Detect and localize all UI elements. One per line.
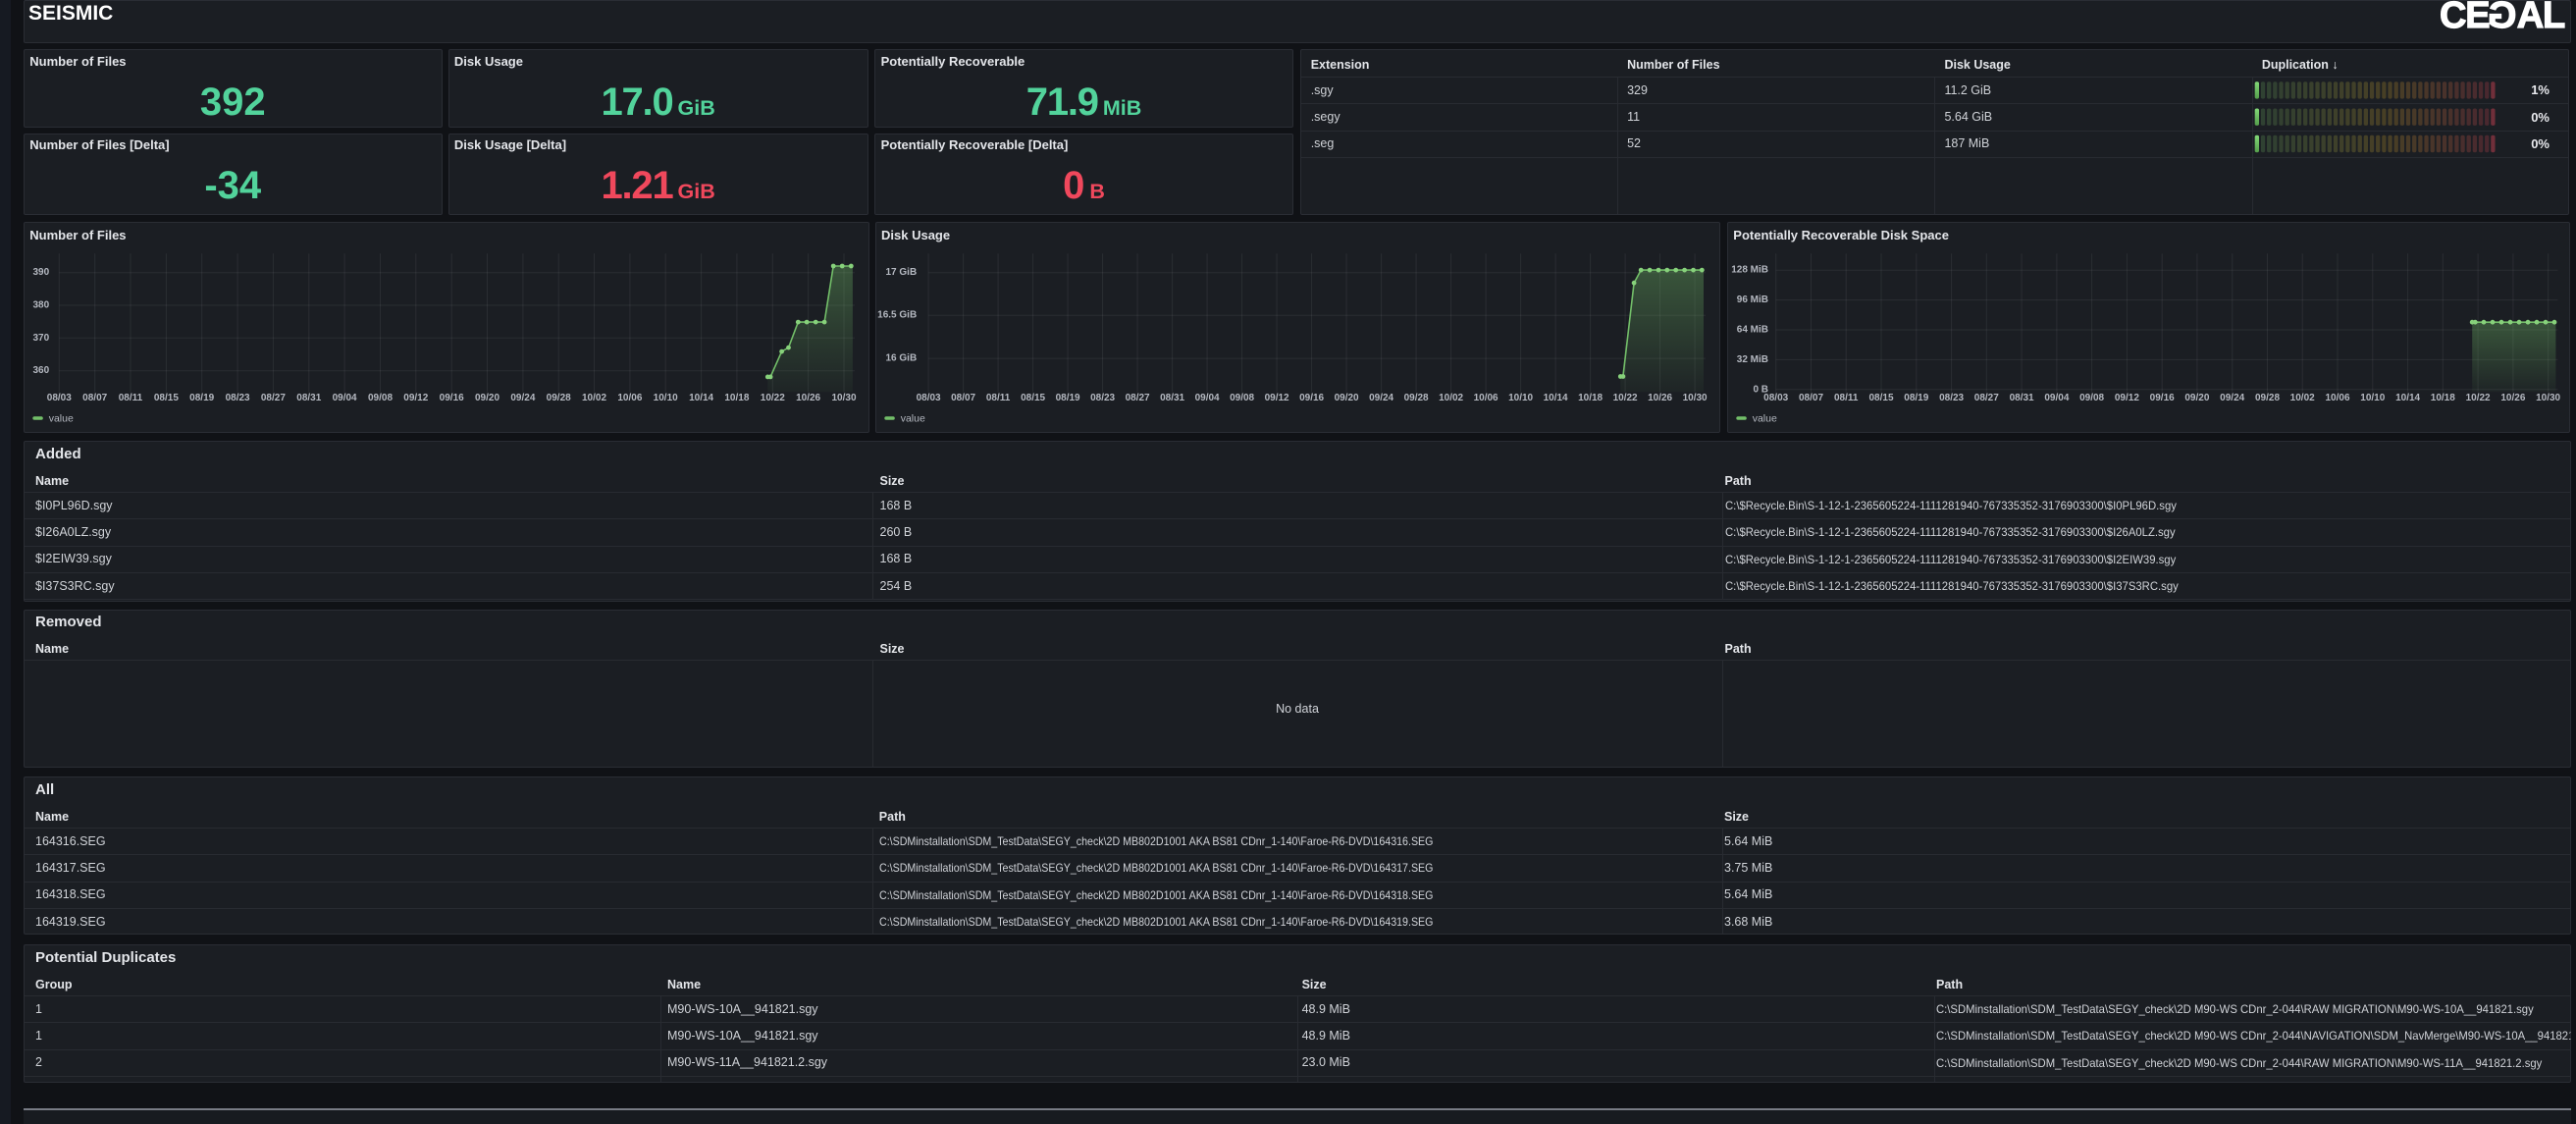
svg-text:360: 360 — [33, 365, 50, 376]
svg-text:08/27: 08/27 — [1974, 393, 1999, 403]
svg-text:09/12: 09/12 — [2115, 393, 2139, 403]
svg-text:370: 370 — [33, 333, 50, 344]
svg-text:10/30: 10/30 — [1682, 393, 1707, 403]
svg-text:08/15: 08/15 — [1021, 393, 1045, 403]
svg-text:10/14: 10/14 — [2395, 393, 2420, 403]
svg-text:09/16: 09/16 — [2150, 393, 2175, 403]
svg-text:128 MiB: 128 MiB — [1731, 265, 1768, 276]
svg-text:09/20: 09/20 — [1334, 393, 1358, 403]
svg-text:09/04: 09/04 — [1194, 393, 1219, 403]
svg-text:380: 380 — [33, 300, 50, 311]
svg-text:10/02: 10/02 — [582, 393, 606, 403]
svg-text:08/07: 08/07 — [1799, 393, 1823, 403]
svg-text:16 GiB: 16 GiB — [885, 353, 917, 364]
svg-text:10/30: 10/30 — [2536, 393, 2560, 403]
svg-text:10/10: 10/10 — [654, 393, 678, 403]
svg-text:09/16: 09/16 — [1299, 393, 1324, 403]
svg-text:09/28: 09/28 — [1403, 393, 1428, 403]
svg-text:09/24: 09/24 — [2220, 393, 2244, 403]
svg-text:32 MiB: 32 MiB — [1737, 354, 1768, 365]
svg-text:08/19: 08/19 — [1904, 393, 1928, 403]
svg-text:10/10: 10/10 — [1508, 393, 1533, 403]
svg-text:17 GiB: 17 GiB — [885, 267, 917, 278]
svg-text:08/03: 08/03 — [916, 393, 940, 403]
svg-text:08/31: 08/31 — [1160, 393, 1184, 403]
svg-text:09/24: 09/24 — [1369, 393, 1393, 403]
svg-text:value: value — [1753, 413, 1777, 425]
svg-text:10/26: 10/26 — [2500, 393, 2525, 403]
svg-text:10/14: 10/14 — [1543, 393, 1567, 403]
svg-text:08/07: 08/07 — [82, 393, 107, 403]
svg-text:10/06: 10/06 — [2325, 393, 2349, 403]
svg-text:64 MiB: 64 MiB — [1737, 325, 1768, 336]
svg-text:10/18: 10/18 — [1578, 393, 1603, 403]
svg-text:96 MiB: 96 MiB — [1737, 294, 1768, 305]
svg-text:10/26: 10/26 — [1648, 393, 1672, 403]
svg-text:08/23: 08/23 — [1939, 393, 1964, 403]
svg-text:10/18: 10/18 — [724, 393, 749, 403]
svg-text:08/11: 08/11 — [986, 393, 1011, 403]
svg-text:0 B: 0 B — [1753, 384, 1768, 395]
svg-text:09/20: 09/20 — [2184, 393, 2209, 403]
svg-text:10/22: 10/22 — [1612, 393, 1637, 403]
svg-text:08/19: 08/19 — [1055, 393, 1079, 403]
svg-text:08/15: 08/15 — [154, 393, 179, 403]
svg-text:10/22: 10/22 — [761, 393, 785, 403]
svg-text:10/26: 10/26 — [796, 393, 820, 403]
svg-text:value: value — [49, 413, 74, 425]
svg-text:10/30: 10/30 — [831, 393, 856, 403]
svg-text:08/23: 08/23 — [1090, 393, 1115, 403]
svg-text:08/23: 08/23 — [226, 393, 250, 403]
svg-text:08/15: 08/15 — [1868, 393, 1893, 403]
svg-text:09/08: 09/08 — [2079, 393, 2104, 403]
svg-text:09/16: 09/16 — [440, 393, 464, 403]
svg-text:08/31: 08/31 — [296, 393, 321, 403]
svg-text:09/28: 09/28 — [547, 393, 571, 403]
svg-text:08/27: 08/27 — [1125, 393, 1149, 403]
svg-text:10/10: 10/10 — [2360, 393, 2385, 403]
svg-text:09/12: 09/12 — [403, 393, 428, 403]
svg-text:10/22: 10/22 — [2466, 393, 2491, 403]
svg-text:08/11: 08/11 — [1834, 393, 1859, 403]
svg-text:09/08: 09/08 — [368, 393, 393, 403]
svg-text:08/03: 08/03 — [47, 393, 72, 403]
svg-text:10/18: 10/18 — [2431, 393, 2455, 403]
svg-text:09/24: 09/24 — [510, 393, 535, 403]
svg-text:08/19: 08/19 — [189, 393, 214, 403]
svg-text:09/28: 09/28 — [2255, 393, 2280, 403]
svg-text:value: value — [900, 413, 924, 425]
svg-text:10/06: 10/06 — [1473, 393, 1498, 403]
svg-text:10/14: 10/14 — [689, 393, 713, 403]
svg-text:09/04: 09/04 — [2044, 393, 2069, 403]
svg-text:08/31: 08/31 — [2010, 393, 2034, 403]
svg-text:09/12: 09/12 — [1264, 393, 1288, 403]
svg-text:16.5 GiB: 16.5 GiB — [877, 310, 917, 321]
svg-text:08/27: 08/27 — [261, 393, 286, 403]
svg-text:10/02: 10/02 — [1439, 393, 1463, 403]
svg-text:08/07: 08/07 — [951, 393, 975, 403]
svg-text:08/11: 08/11 — [119, 393, 143, 403]
svg-text:09/08: 09/08 — [1230, 393, 1254, 403]
svg-text:390: 390 — [33, 267, 50, 278]
svg-text:09/20: 09/20 — [475, 393, 499, 403]
svg-text:09/04: 09/04 — [333, 393, 357, 403]
svg-text:10/02: 10/02 — [2290, 393, 2315, 403]
svg-text:10/06: 10/06 — [617, 393, 642, 403]
